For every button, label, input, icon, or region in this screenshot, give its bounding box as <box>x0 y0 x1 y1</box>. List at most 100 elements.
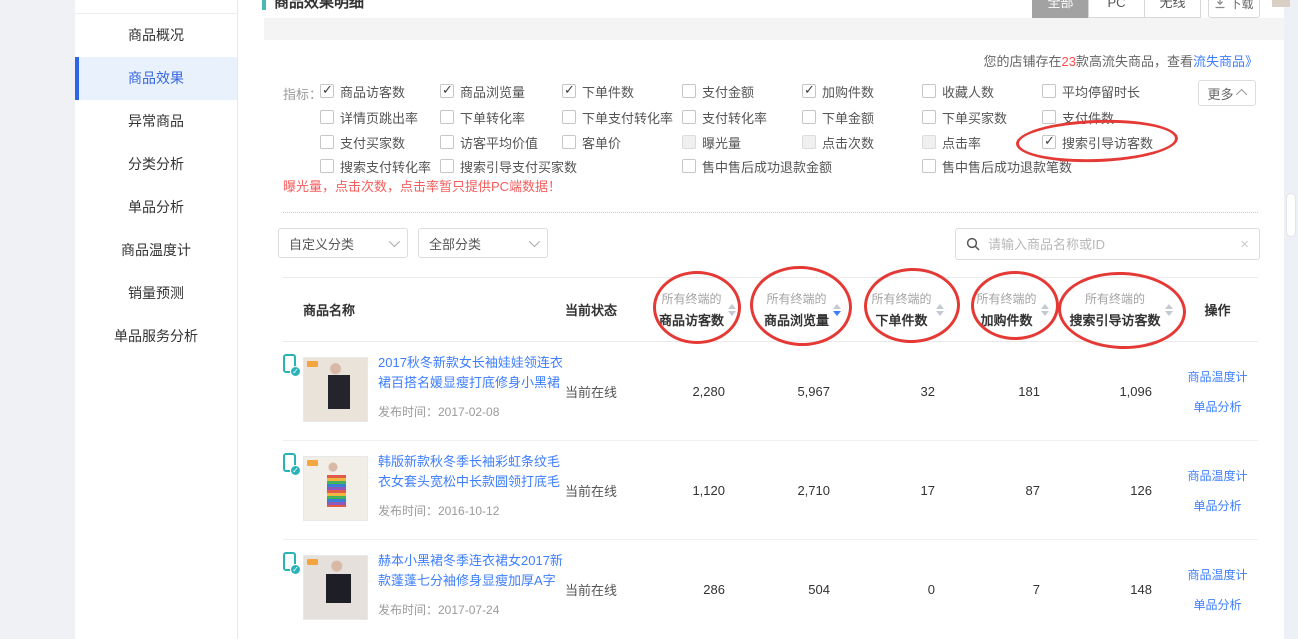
metric-checkbox-item[interactable]: 下单件数 <box>562 82 634 100</box>
metric-checkbox-item[interactable]: 下单转化率 <box>440 108 525 126</box>
checkbox-icon[interactable] <box>440 135 454 149</box>
checkbox-icon[interactable] <box>802 135 816 149</box>
checkbox-icon[interactable] <box>562 84 576 98</box>
sort-arrows-icon[interactable] <box>1041 304 1049 316</box>
clear-search-icon[interactable]: × <box>1240 236 1249 253</box>
sidebar-item-0[interactable]: 商品概况 <box>75 14 237 57</box>
metric-checkbox-item[interactable]: 支付件数 <box>1042 108 1114 126</box>
metric-checkbox-item[interactable]: 商品访客数 <box>320 82 405 100</box>
metric-checkbox-item[interactable]: 客单价 <box>562 133 621 151</box>
sort-desc-icon[interactable] <box>833 311 841 316</box>
metric-checkbox-item[interactable]: 支付买家数 <box>320 133 405 151</box>
checkbox-icon[interactable] <box>562 135 576 149</box>
scrollbar-thumb[interactable] <box>1286 193 1296 237</box>
checkbox-icon[interactable] <box>320 159 334 173</box>
all-category-select[interactable]: 全部分类 <box>418 228 548 258</box>
metric-checkbox-item[interactable]: 平均停留时长 <box>1042 82 1140 100</box>
row-action-link[interactable]: 商品温度计 <box>1187 368 1247 385</box>
sort-arrows-icon[interactable] <box>1165 304 1173 316</box>
checkbox-icon[interactable] <box>922 135 936 149</box>
metric-checkbox-item[interactable]: 支付金额 <box>682 82 754 100</box>
metric-checkbox-item[interactable]: 支付转化率 <box>682 108 767 126</box>
metric-checkbox-item[interactable]: 曝光量 <box>682 133 741 151</box>
product-thumbnail[interactable] <box>303 456 368 521</box>
checkbox-icon[interactable] <box>802 110 816 124</box>
metric-checkbox-item[interactable]: 加购件数 <box>802 82 874 100</box>
checkbox-icon[interactable] <box>440 84 454 98</box>
metric-checkbox-item[interactable]: 下单金额 <box>802 108 874 126</box>
checkbox-icon[interactable] <box>320 84 334 98</box>
metric-checkbox-item[interactable]: 访客平均价值 <box>440 133 538 151</box>
row-action-link[interactable]: 商品温度计 <box>1187 467 1247 484</box>
table-column-header-sortable[interactable]: 所有终端的 商品访客数 <box>645 290 750 329</box>
checkbox-icon[interactable] <box>320 110 334 124</box>
row-action-link[interactable]: 单品分析 <box>1193 497 1241 514</box>
sort-asc-icon[interactable] <box>936 304 944 309</box>
sort-arrows-icon[interactable] <box>936 304 944 316</box>
metric-checkbox-item[interactable]: 售中售后成功退款金额 <box>682 157 832 175</box>
custom-category-select[interactable]: 自定义分类 <box>278 228 408 258</box>
sidebar-item-7[interactable]: 单品服务分析 <box>75 315 237 358</box>
metric-checkbox-item[interactable]: 收藏人数 <box>922 82 994 100</box>
checkbox-icon[interactable] <box>682 110 696 124</box>
checkbox-icon[interactable] <box>440 159 454 173</box>
checkbox-icon[interactable] <box>562 110 576 124</box>
metric-checkbox-item[interactable]: 商品浏览量 <box>440 82 525 100</box>
checkbox-icon[interactable] <box>320 135 334 149</box>
metric-checkbox-item[interactable]: 点击率 <box>922 133 981 151</box>
sort-desc-icon[interactable] <box>1165 311 1173 316</box>
table-column-header-sortable[interactable]: 所有终端的 商品浏览量 <box>750 290 855 329</box>
loss-products-link[interactable]: 流失商品》 <box>1193 54 1258 69</box>
metric-checkbox-item[interactable]: 搜索引导支付买家数 <box>440 157 577 175</box>
metric-checkbox-item[interactable]: 搜索引导访客数 <box>1042 133 1153 151</box>
checkbox-icon[interactable] <box>802 84 816 98</box>
metric-checkbox-item[interactable]: 搜索支付转化率 <box>320 157 431 175</box>
metric-checkbox-item[interactable]: 售中售后成功退款笔数 <box>922 157 1072 175</box>
view-tab[interactable]: 无线 <box>1144 0 1201 18</box>
checkbox-icon[interactable] <box>682 135 696 149</box>
sidebar-item-5[interactable]: 商品温度计 <box>75 229 237 272</box>
checkbox-icon[interactable] <box>682 84 696 98</box>
more-button[interactable]: 更多 <box>1198 80 1256 106</box>
checkbox-icon[interactable] <box>440 110 454 124</box>
checkbox-icon[interactable] <box>922 159 936 173</box>
checkbox-icon[interactable] <box>1042 110 1056 124</box>
checkbox-icon[interactable] <box>1042 135 1056 149</box>
sort-desc-icon[interactable] <box>1041 311 1049 316</box>
sidebar-item-6[interactable]: 销量预测 <box>75 272 237 315</box>
search-input[interactable] <box>988 237 1232 252</box>
row-action-link[interactable]: 商品温度计 <box>1187 566 1247 583</box>
metric-checkbox-item[interactable]: 下单支付转化率 <box>562 108 673 126</box>
sort-asc-icon[interactable] <box>1165 304 1173 309</box>
sort-desc-icon[interactable] <box>936 311 944 316</box>
sidebar-item-3[interactable]: 分类分析 <box>75 143 237 186</box>
product-title-link[interactable]: 韩版新款秋冬季长袖彩虹条纹毛衣女套头宽松中长款圆领打底毛 <box>378 452 564 492</box>
sidebar-item-4[interactable]: 单品分析 <box>75 186 237 229</box>
product-title-link[interactable]: 赫本小黑裙冬季连衣裙女2017新款蓬蓬七分袖修身显瘦加厚A字 <box>378 551 564 591</box>
sort-asc-icon[interactable] <box>833 304 841 309</box>
table-column-header-sortable[interactable]: 所有终端的 搜索引导访客数 <box>1065 290 1177 329</box>
metric-checkbox-item[interactable]: 点击次数 <box>802 133 874 151</box>
checkbox-icon[interactable] <box>922 110 936 124</box>
sort-arrows-icon[interactable] <box>728 304 736 316</box>
metric-checkbox-item[interactable]: 下单买家数 <box>922 108 1007 126</box>
row-action-link[interactable]: 单品分析 <box>1193 596 1241 613</box>
row-action-link[interactable]: 单品分析 <box>1193 398 1241 415</box>
sort-arrows-icon[interactable] <box>833 304 841 316</box>
product-thumbnail[interactable] <box>303 555 368 620</box>
table-column-header-sortable[interactable]: 所有终端的 加购件数 <box>960 290 1065 329</box>
sort-asc-icon[interactable] <box>728 304 736 309</box>
view-tab[interactable]: PC <box>1088 0 1145 18</box>
checkbox-icon[interactable] <box>1042 84 1056 98</box>
metric-checkbox-item[interactable]: 详情页跳出率 <box>320 108 418 126</box>
sidebar-item-2[interactable]: 异常商品 <box>75 100 237 143</box>
product-title-link[interactable]: 2017秋冬新款女长袖娃娃领连衣裙百搭名媛显瘦打底修身小黑裙 <box>378 353 564 393</box>
sort-desc-icon[interactable] <box>728 311 736 316</box>
table-column-header-sortable[interactable]: 所有终端的 下单件数 <box>855 290 960 329</box>
checkbox-icon[interactable] <box>682 159 696 173</box>
view-tab[interactable]: 全部 <box>1032 0 1089 18</box>
product-thumbnail[interactable] <box>303 357 368 422</box>
download-button[interactable]: 下载 <box>1208 0 1260 18</box>
sidebar-item-1[interactable]: 商品效果 <box>75 57 237 100</box>
checkbox-icon[interactable] <box>922 84 936 98</box>
